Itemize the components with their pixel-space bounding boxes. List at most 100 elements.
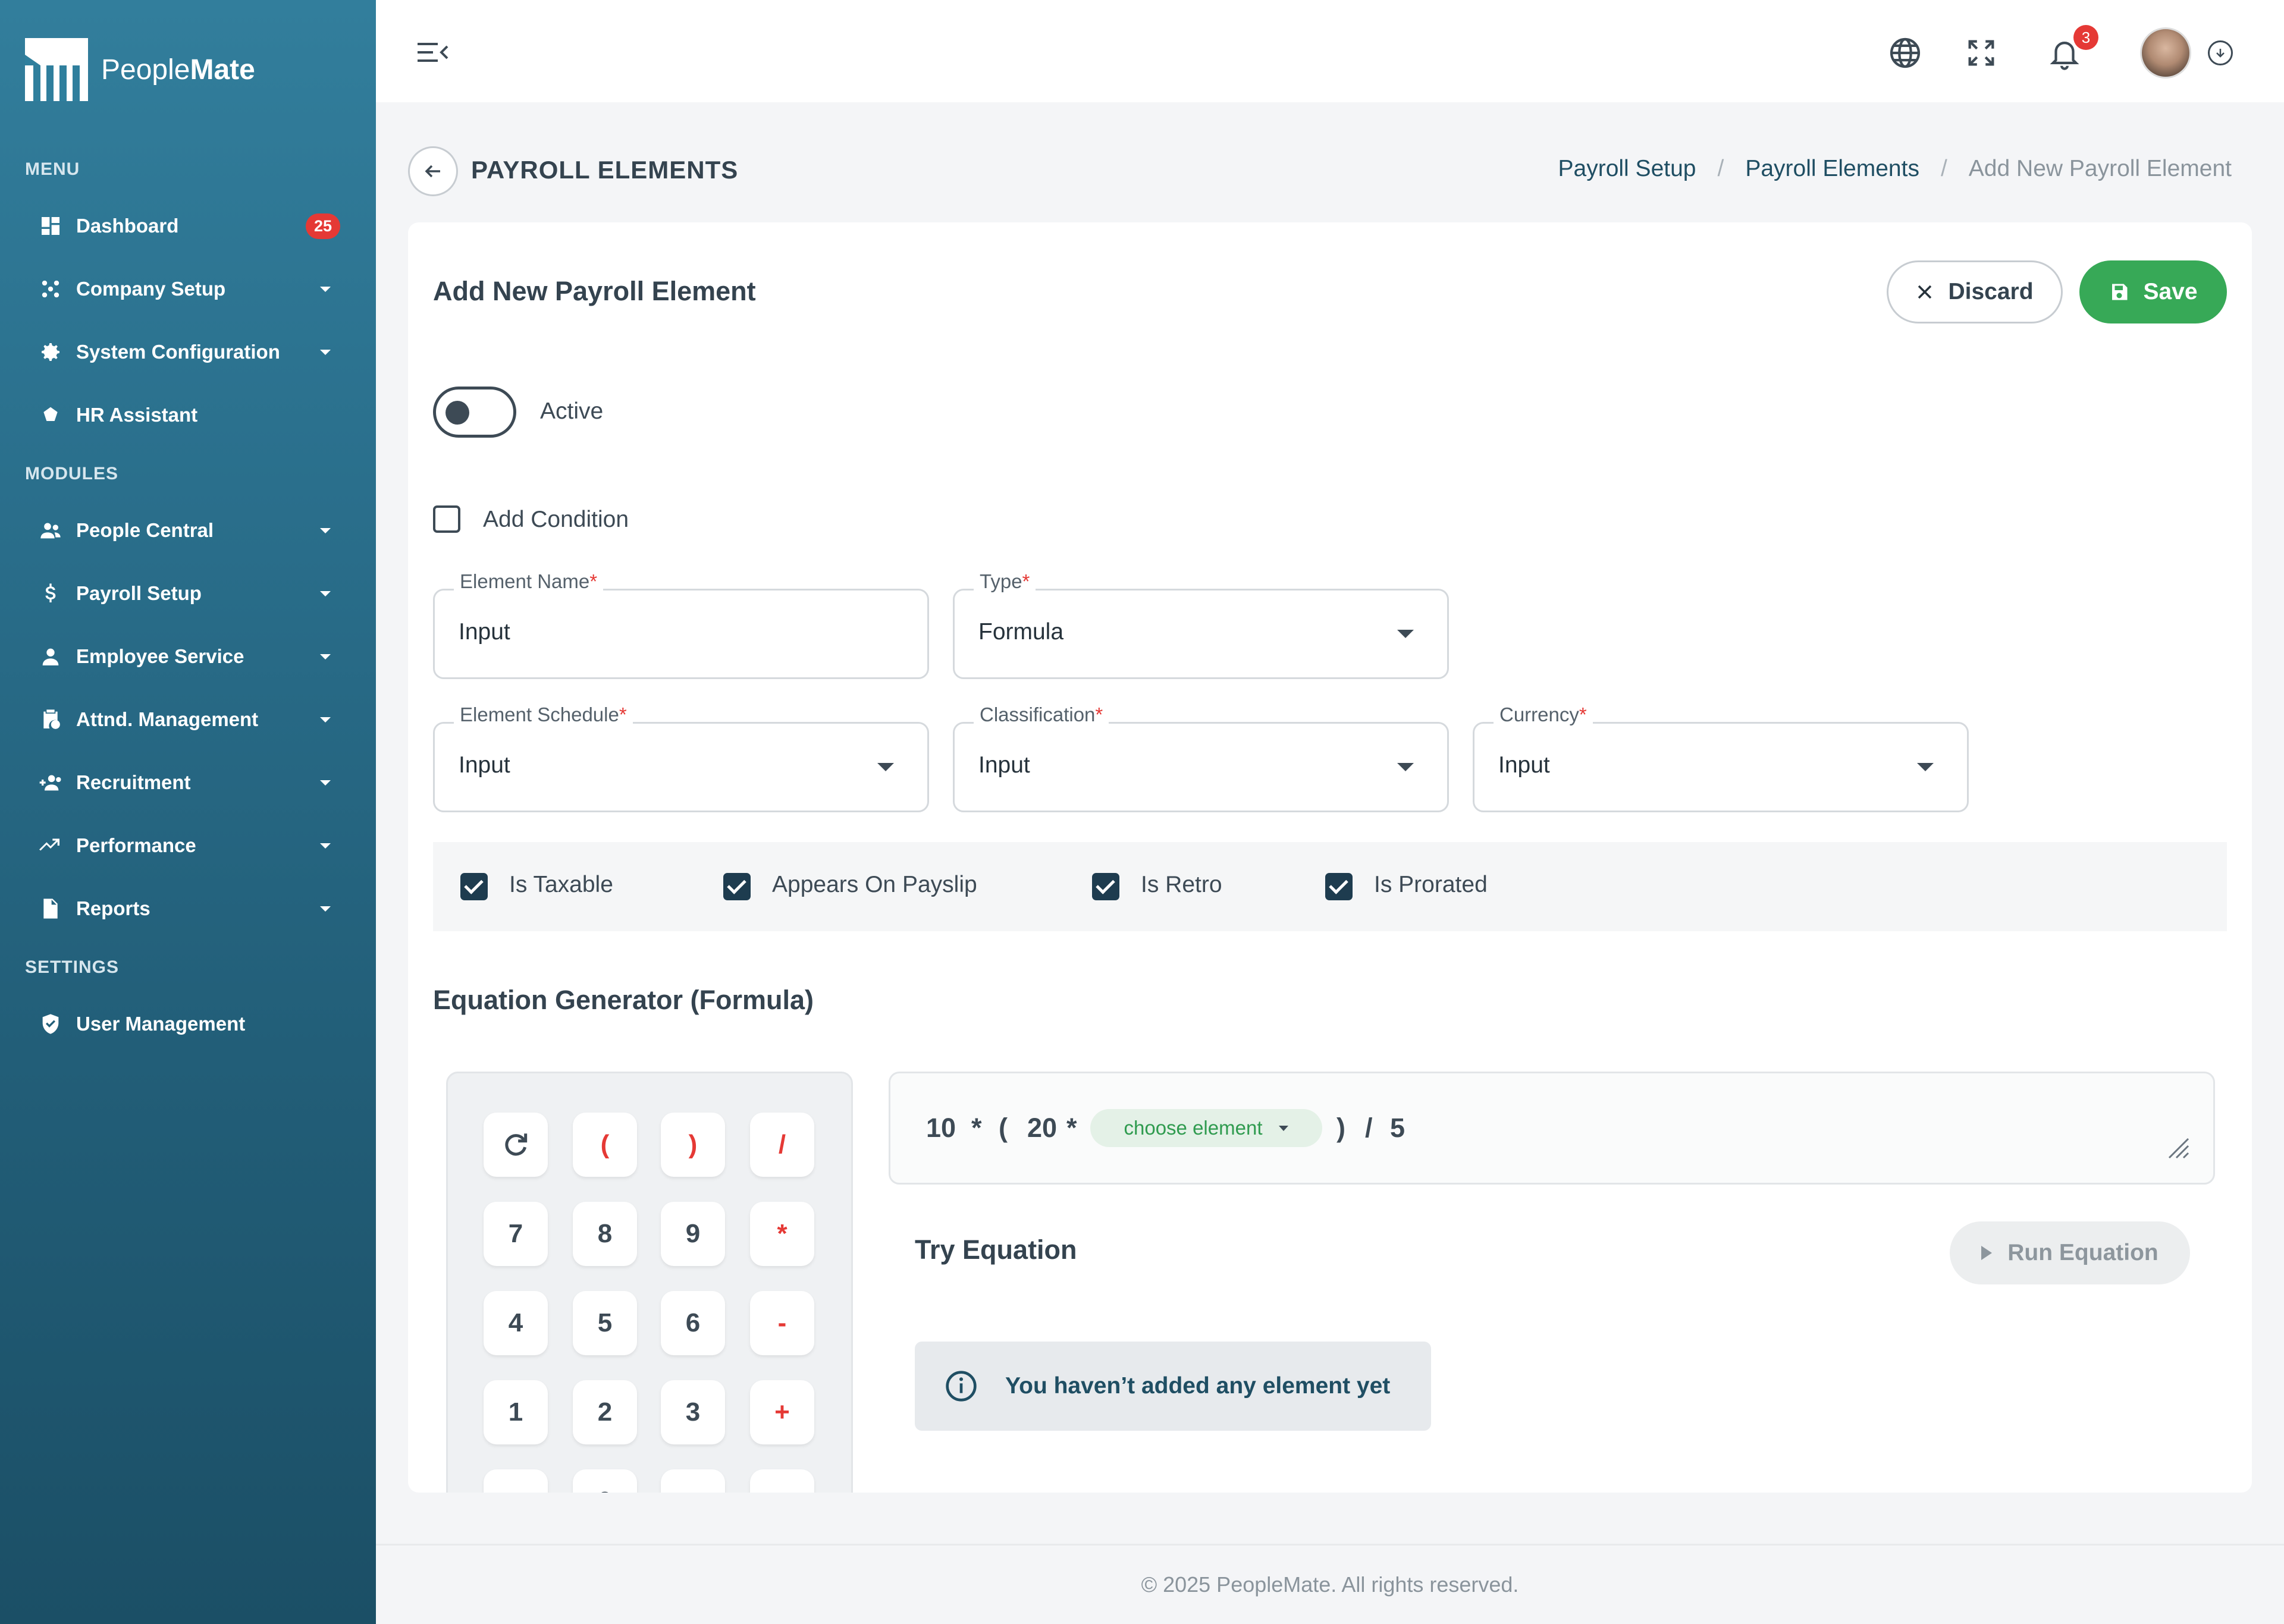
chevron-down-icon bbox=[320, 590, 331, 596]
sidebar-item-payroll-setup[interactable]: Payroll Setup bbox=[25, 570, 340, 617]
is-taxable-checkbox[interactable] bbox=[460, 873, 488, 900]
key-decimal[interactable]: . bbox=[661, 1469, 725, 1493]
key-9[interactable]: 9 bbox=[661, 1202, 725, 1266]
collapse-menu-icon[interactable] bbox=[418, 40, 448, 64]
equation-token[interactable]: 5 bbox=[1390, 1113, 1405, 1144]
key-4[interactable]: 4 bbox=[484, 1291, 548, 1355]
is-retro-checkbox[interactable] bbox=[1092, 873, 1119, 900]
flags-row: Is Taxable Appears On Payslip Is Retro I… bbox=[433, 842, 2227, 931]
discard-button[interactable]: Discard bbox=[1887, 260, 2063, 323]
caret-down-icon bbox=[877, 763, 894, 771]
person-icon bbox=[25, 645, 76, 668]
floppy-disk-icon bbox=[2112, 284, 2128, 300]
breadcrumb-payroll-elements[interactable]: Payroll Elements bbox=[1745, 156, 1919, 182]
key-5[interactable]: 5 bbox=[573, 1291, 637, 1355]
caret-down-icon bbox=[1917, 763, 1934, 771]
sidebar-item-system-configuration[interactable]: System Configuration bbox=[25, 328, 340, 376]
currency-select[interactable]: Currency* Input bbox=[1473, 703, 1969, 812]
classification-select[interactable]: Classification* Input bbox=[953, 703, 1449, 812]
chevron-down-icon bbox=[320, 286, 331, 292]
equation-token[interactable]: * bbox=[971, 1113, 982, 1144]
brand-name: PeopleMate bbox=[101, 54, 255, 86]
discard-label: Discard bbox=[1948, 279, 2034, 304]
key-3[interactable]: 3 bbox=[661, 1380, 725, 1444]
arrow-left-icon bbox=[425, 165, 440, 178]
key-plus[interactable]: + bbox=[750, 1380, 814, 1444]
currency-label: Currency* bbox=[1494, 703, 1593, 726]
key-delete[interactable]: DEL bbox=[484, 1469, 548, 1493]
equation-token[interactable]: ( bbox=[999, 1113, 1008, 1144]
refresh-icon bbox=[505, 1133, 528, 1156]
equation-token[interactable]: 10 bbox=[926, 1113, 956, 1144]
sidebar-item-user-management[interactable]: User Management bbox=[25, 1000, 340, 1048]
equation-token[interactable]: * bbox=[1066, 1113, 1077, 1144]
key-1[interactable]: 1 bbox=[484, 1380, 548, 1444]
choose-element-label: choose element bbox=[1124, 1117, 1263, 1139]
key-open-paren[interactable]: ( bbox=[573, 1113, 637, 1177]
choose-element-dropdown[interactable]: choose element bbox=[1090, 1109, 1322, 1147]
run-equation-button[interactable]: Run Equation bbox=[1950, 1221, 2190, 1284]
save-button[interactable]: Save bbox=[2079, 260, 2227, 323]
back-button[interactable] bbox=[408, 146, 458, 196]
key-8[interactable]: 8 bbox=[573, 1202, 637, 1266]
key-reset[interactable] bbox=[484, 1113, 548, 1177]
equation-token[interactable]: ) bbox=[1336, 1113, 1345, 1144]
add-condition-checkbox[interactable] bbox=[433, 505, 460, 533]
breadcrumb-separator: / bbox=[1940, 156, 1947, 181]
element-name-field[interactable]: Element Name* Input bbox=[433, 570, 929, 679]
equation-token[interactable]: 20 bbox=[1027, 1113, 1057, 1144]
sidebar-item-label: System Configuration bbox=[76, 341, 280, 363]
sidebar-item-employee-service[interactable]: Employee Service bbox=[25, 633, 340, 680]
equation-token[interactable]: / bbox=[1365, 1113, 1373, 1144]
sidebar-item-recruitment[interactable]: Recruitment bbox=[25, 759, 340, 806]
sidebar-item-label: HR Assistant bbox=[76, 404, 198, 426]
caret-down-icon bbox=[1397, 763, 1414, 771]
keypad: ( ) / 7 8 9 * 4 5 6 - 1 2 3 + DEL 0 . Tr… bbox=[446, 1072, 853, 1493]
breadcrumb-payroll-setup[interactable]: Payroll Setup bbox=[1558, 156, 1696, 182]
key-6[interactable]: 6 bbox=[661, 1291, 725, 1355]
key-7[interactable]: 7 bbox=[484, 1202, 548, 1266]
gear-icon bbox=[25, 340, 76, 364]
sidebar-item-dashboard[interactable]: Dashboard 25 bbox=[25, 202, 340, 250]
appears-on-payslip-checkbox[interactable] bbox=[723, 873, 751, 900]
is-taxable-label: Is Taxable bbox=[509, 872, 613, 897]
brand-logo[interactable]: PeopleMate bbox=[25, 37, 255, 102]
resize-handle-icon[interactable] bbox=[2166, 1135, 2189, 1159]
caret-down-icon bbox=[1279, 1125, 1289, 1131]
sidebar-item-company-setup[interactable]: Company Setup bbox=[25, 265, 340, 313]
fullscreen-icon[interactable] bbox=[1963, 34, 2000, 71]
logo-mark-icon bbox=[25, 38, 88, 101]
menu-section-label: MENU bbox=[25, 159, 80, 179]
sidebar-item-label: Payroll Setup bbox=[76, 582, 202, 604]
sidebar-item-reports[interactable]: Reports bbox=[25, 885, 340, 932]
sidebar-item-attnd-management[interactable]: Attnd. Management bbox=[25, 696, 340, 743]
classification-value: Input bbox=[978, 752, 1030, 778]
classification-label: Classification* bbox=[974, 703, 1109, 726]
footer: © 2025 PeopleMate. All rights reserved. bbox=[376, 1544, 2284, 1624]
breadcrumb-separator: / bbox=[1717, 156, 1724, 181]
key-multiply[interactable]: * bbox=[750, 1202, 814, 1266]
key-2[interactable]: 2 bbox=[573, 1380, 637, 1444]
try-equation-title: Try Equation bbox=[915, 1235, 1077, 1265]
user-avatar[interactable] bbox=[2140, 27, 2191, 78]
appears-on-payslip-label: Appears On Payslip bbox=[772, 872, 977, 897]
key-divide[interactable]: / bbox=[750, 1113, 814, 1177]
key-minus[interactable]: - bbox=[750, 1291, 814, 1355]
sidebar-item-people-central[interactable]: People Central bbox=[25, 507, 340, 554]
globe-icon[interactable] bbox=[1887, 34, 1924, 71]
type-select[interactable]: Type* Formula bbox=[953, 570, 1449, 679]
settings-section-label: SETTINGS bbox=[25, 957, 120, 977]
key-close-paren[interactable]: ) bbox=[661, 1113, 725, 1177]
is-retro-label: Is Retro bbox=[1141, 872, 1222, 897]
is-prorated-checkbox[interactable] bbox=[1325, 873, 1353, 900]
sidebar-item-performance[interactable]: Performance bbox=[25, 822, 340, 869]
sidebar-item-hr-assistant[interactable]: HR Assistant bbox=[25, 391, 340, 439]
active-toggle[interactable] bbox=[433, 387, 516, 438]
key-0[interactable]: 0 bbox=[573, 1469, 637, 1493]
chevron-down-icon[interactable] bbox=[2208, 40, 2233, 65]
key-try[interactable]: Try bbox=[750, 1469, 814, 1493]
shield-check-icon bbox=[25, 1012, 76, 1036]
element-schedule-select[interactable]: Element Schedule* Input bbox=[433, 703, 929, 812]
equation-display[interactable]: 10 * ( 20 * choose element ) / 5 bbox=[889, 1072, 2215, 1185]
active-label: Active bbox=[540, 398, 604, 424]
